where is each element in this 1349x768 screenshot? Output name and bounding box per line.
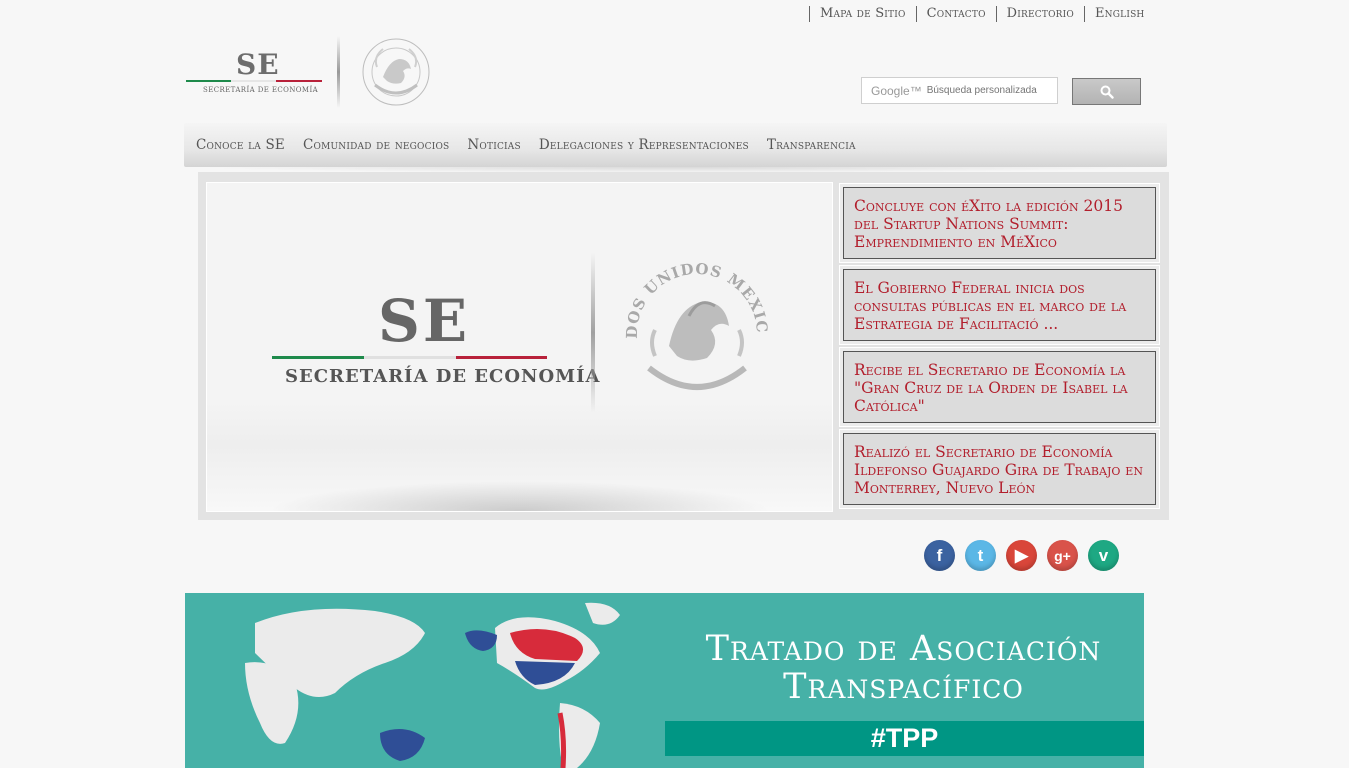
google-plus-icon[interactable]: g+: [1047, 540, 1078, 571]
news-headline[interactable]: Concluye con éXito la edición 2015 del S…: [854, 197, 1145, 251]
news-headline[interactable]: El Gobierno Federal inicia dos consultas…: [854, 279, 1145, 333]
slide-logo-subtitle: SECRETARÍA DE ECONOMÍA: [285, 366, 601, 387]
slide-divider: [591, 253, 595, 413]
social-links: f t ▶ g+ v: [924, 540, 1129, 571]
main-nav: Conoce la SE Comunidad de negocios Notic…: [184, 123, 1167, 173]
se-logo[interactable]: SE SECRETARÍA DE ECONOMÍA: [186, 36, 436, 108]
search-input[interactable]: [926, 85, 1059, 96]
nav-item-noticias[interactable]: Noticias: [467, 137, 520, 153]
nav-item-comunidad-de-negocios[interactable]: Comunidad de negocios: [303, 137, 449, 153]
logo-flag-bar: [186, 80, 322, 83]
world-map-image: [245, 602, 620, 768]
twitter-icon[interactable]: t: [965, 540, 996, 571]
mexico-seal-icon: ESTADOS UNIDOS MEXICANOS: [619, 256, 770, 390]
google-brand: Google™: [871, 83, 922, 98]
banner-hashtag: #TPP: [665, 721, 1144, 756]
logo-divider: [337, 36, 340, 108]
contact-link[interactable]: Contacto: [915, 6, 996, 22]
nav-item-delegaciones[interactable]: Delegaciones y Representaciones: [539, 137, 749, 153]
news-item[interactable]: Recibe el Secretario de Economía la "Gra…: [839, 347, 1160, 427]
youtube-icon[interactable]: ▶: [1006, 540, 1037, 571]
search-box[interactable]: Google™: [861, 77, 1059, 104]
mexico-seal-icon: [362, 38, 430, 106]
banner-title: Tratado de Asociación Transpacífico: [665, 630, 1142, 706]
search-icon: [1100, 85, 1114, 99]
slide-image[interactable]: SE SECRETARÍA DE ECONOMÍA ESTADOS UNIDOS…: [206, 182, 833, 512]
news-headline[interactable]: Recibe el Secretario de Economía la "Gra…: [854, 361, 1145, 415]
english-link[interactable]: English: [1083, 6, 1145, 22]
news-item[interactable]: Concluye con éXito la edición 2015 del S…: [839, 183, 1160, 263]
directory-link[interactable]: Directorio: [995, 6, 1084, 22]
site-map-link[interactable]: Mapa de Sitio: [809, 6, 916, 22]
utility-nav: Mapa de Sitio Contacto Directorio Englis…: [809, 6, 1145, 22]
news-item[interactable]: Realizó el Secretario de Economía Ildefo…: [839, 429, 1160, 509]
slide-logo-initials: SE: [378, 287, 471, 355]
tpp-banner[interactable]: Tratado de Asociación Transpacífico #TPP: [185, 593, 1144, 768]
news-item[interactable]: El Gobierno Federal inicia dos consultas…: [839, 265, 1160, 345]
banner-title-line1: Tratado de Asociación: [705, 629, 1102, 669]
logo-subtitle: SECRETARÍA DE ECONOMÍA: [203, 86, 319, 94]
vine-icon[interactable]: v: [1088, 540, 1119, 571]
search-button[interactable]: [1072, 78, 1141, 105]
featured-slider: SE SECRETARÍA DE ECONOMÍA ESTADOS UNIDOS…: [198, 172, 1169, 520]
slide-flag-bar: [272, 356, 547, 359]
facebook-icon[interactable]: f: [924, 540, 955, 571]
banner-title-line2: Transpacífico: [783, 667, 1024, 707]
logo-initials: SE: [236, 48, 280, 81]
news-headline[interactable]: Realizó el Secretario de Economía Ildefo…: [854, 443, 1145, 497]
nav-item-conoce-la-se[interactable]: Conoce la SE: [196, 137, 285, 153]
nav-item-transparencia[interactable]: Transparencia: [767, 137, 856, 153]
